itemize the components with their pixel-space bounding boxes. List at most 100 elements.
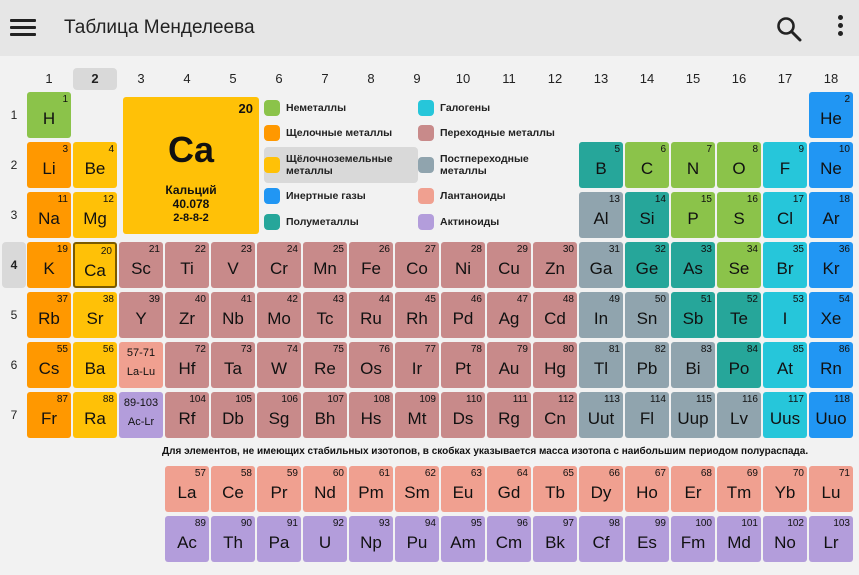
period-header-2[interactable]: 2 <box>2 142 26 188</box>
element-Nb[interactable]: 41 Nb <box>211 292 255 338</box>
element-Ru[interactable]: 44 Ru <box>349 292 393 338</box>
legend-lanthanide[interactable]: Лантаноиды <box>418 185 578 207</box>
group-header-13[interactable]: 13 <box>579 68 623 90</box>
element-Lu[interactable]: 71 Lu <box>809 466 853 512</box>
element-Zn[interactable]: 30 Zn <box>533 242 577 288</box>
element-Br[interactable]: 35 Br <box>763 242 807 288</box>
element-B[interactable]: 5B <box>579 142 623 188</box>
element-N[interactable]: 7N <box>671 142 715 188</box>
group-header-6[interactable]: 6 <box>257 68 301 90</box>
group-header-14[interactable]: 14 <box>625 68 669 90</box>
element-Rn[interactable]: 86 Rn <box>809 342 853 388</box>
period-header-3[interactable]: 3 <box>2 192 26 238</box>
element-Cu[interactable]: 29 Cu <box>487 242 531 288</box>
element-Uut[interactable]: 113 Uut <box>579 392 623 438</box>
element-Sn[interactable]: 50 Sn <box>625 292 669 338</box>
element-Pt[interactable]: 78 Pt <box>441 342 485 388</box>
element-Rb[interactable]: 37 Rb <box>27 292 71 338</box>
group-header-2[interactable]: 2 <box>73 68 117 90</box>
element-Uuo[interactable]: 118 Uuo <box>809 392 853 438</box>
element-P[interactable]: 15 P <box>671 192 715 238</box>
group-header-5[interactable]: 5 <box>211 68 255 90</box>
element-Be[interactable]: 4 Be <box>73 142 117 188</box>
element-Ra[interactable]: 88 Ra <box>73 392 117 438</box>
element-Gd[interactable]: 64 Gd <box>487 466 531 512</box>
element-Mo[interactable]: 42 Mo <box>257 292 301 338</box>
element-Na[interactable]: 11 Na <box>27 192 71 238</box>
element-Nd[interactable]: 60 Nd <box>303 466 347 512</box>
element-Pu[interactable]: 94 Pu <box>395 516 439 562</box>
element-Tl[interactable]: 81 Tl <box>579 342 623 388</box>
group-header-17[interactable]: 17 <box>763 68 807 90</box>
more-vert-icon[interactable] <box>836 15 846 41</box>
element-Ho[interactable]: 67 Ho <box>625 466 669 512</box>
element-In[interactable]: 49 In <box>579 292 623 338</box>
element-Ni[interactable]: 28 Ni <box>441 242 485 288</box>
element-La[interactable]: 57 La <box>165 466 209 512</box>
element-Ds[interactable]: 110 Ds <box>441 392 485 438</box>
element-Cm[interactable]: 96 Cm <box>487 516 531 562</box>
element-Eu[interactable]: 63 Eu <box>441 466 485 512</box>
element-W[interactable]: 74 W <box>257 342 301 388</box>
element-Ba[interactable]: 56 Ba <box>73 342 117 388</box>
element-Rf[interactable]: 104 Rf <box>165 392 209 438</box>
legend-metalloid[interactable]: Полуметаллы <box>264 211 422 233</box>
element-Hg[interactable]: 80 Hg <box>533 342 577 388</box>
element-Mn[interactable]: 25 Mn <box>303 242 347 288</box>
group-header-7[interactable]: 7 <box>303 68 347 90</box>
element-Zr[interactable]: 40 Zr <box>165 292 209 338</box>
group-header-16[interactable]: 16 <box>717 68 761 90</box>
element-Pb[interactable]: 82 Pb <box>625 342 669 388</box>
element-Er[interactable]: 68 Er <box>671 466 715 512</box>
element-Cs[interactable]: 55 Cs <box>27 342 71 388</box>
group-header-11[interactable]: 11 <box>487 68 531 90</box>
element-V[interactable]: 23 V <box>211 242 255 288</box>
element-Sb[interactable]: 51 Sb <box>671 292 715 338</box>
element-Yb[interactable]: 70 Yb <box>763 466 807 512</box>
element-As[interactable]: 33 As <box>671 242 715 288</box>
element-Rg[interactable]: 111 Rg <box>487 392 531 438</box>
element-Cf[interactable]: 98 Cf <box>579 516 623 562</box>
element-Am[interactable]: 95 Am <box>441 516 485 562</box>
element-Ac[interactable]: 89 Ac <box>165 516 209 562</box>
element-Es[interactable]: 99 Es <box>625 516 669 562</box>
hamburger-icon[interactable] <box>10 15 36 39</box>
group-header-8[interactable]: 8 <box>349 68 393 90</box>
element-Fm[interactable]: 100 Fm <box>671 516 715 562</box>
group-header-12[interactable]: 12 <box>533 68 577 90</box>
legend-post[interactable]: Постпереходные металлы <box>418 147 578 183</box>
element-No[interactable]: 102 No <box>763 516 807 562</box>
element-Co[interactable]: 27 Co <box>395 242 439 288</box>
element-Fr[interactable]: 87 Fr <box>27 392 71 438</box>
element-Bh[interactable]: 107 Bh <box>303 392 347 438</box>
element-range-La-Lu[interactable]: 57-71 La-Lu <box>119 342 163 388</box>
element-Uup[interactable]: 115 Uup <box>671 392 715 438</box>
element-Mg[interactable]: 12 Mg <box>73 192 117 238</box>
element-He[interactable]: 2 He <box>809 92 853 138</box>
element-K[interactable]: 19 K <box>27 242 71 288</box>
element-Lv[interactable]: 116 Lv <box>717 392 761 438</box>
element-Db[interactable]: 105 Db <box>211 392 255 438</box>
element-H[interactable]: 1H <box>27 92 71 138</box>
legend-nonmetal[interactable]: Неметаллы <box>264 97 422 119</box>
legend-alkali[interactable]: Щелочные металлы <box>264 122 422 144</box>
period-header-7[interactable]: 7 <box>2 392 26 438</box>
element-Ta[interactable]: 73 Ta <box>211 342 255 388</box>
group-header-3[interactable]: 3 <box>119 68 163 90</box>
group-header-18[interactable]: 18 <box>809 68 853 90</box>
element-Ag[interactable]: 47 Ag <box>487 292 531 338</box>
element-Se[interactable]: 34 Se <box>717 242 761 288</box>
period-header-6[interactable]: 6 <box>2 342 26 388</box>
element-S[interactable]: 16 S <box>717 192 761 238</box>
element-Tm[interactable]: 69 Tm <box>717 466 761 512</box>
element-I[interactable]: 53 I <box>763 292 807 338</box>
element-Ga[interactable]: 31 Ga <box>579 242 623 288</box>
period-header-1[interactable]: 1 <box>2 92 26 138</box>
element-Ir[interactable]: 77 Ir <box>395 342 439 388</box>
element-Bi[interactable]: 83 Bi <box>671 342 715 388</box>
legend-noble[interactable]: Инертные газы <box>264 185 422 207</box>
element-Pr[interactable]: 59 Pr <box>257 466 301 512</box>
element-Ar[interactable]: 18 Ar <box>809 192 853 238</box>
element-Re[interactable]: 75 Re <box>303 342 347 388</box>
element-Md[interactable]: 101 Md <box>717 516 761 562</box>
